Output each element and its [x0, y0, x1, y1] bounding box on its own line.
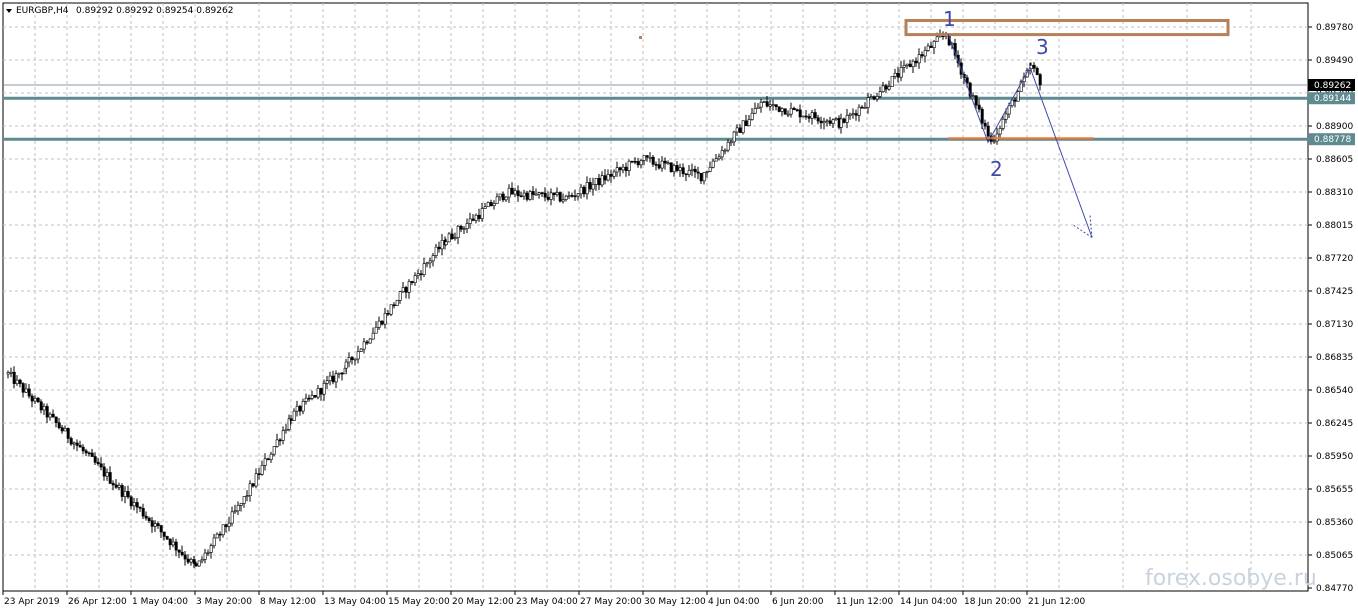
chart-header: EURGBP,H4 0.89292 0.89292 0.89254 0.8926… — [6, 6, 233, 16]
x-tick-label: 23 Apr 2019 — [4, 597, 60, 607]
candle — [1016, 90, 1020, 102]
level-price-label: 0.89144 — [1314, 94, 1351, 104]
candle — [389, 304, 393, 317]
level-price-label: 0.88778 — [1314, 135, 1351, 145]
wave-label-1: 1 — [943, 7, 956, 31]
candle — [36, 397, 40, 403]
x-tick-label: 4 Jun 04:00 — [708, 597, 760, 607]
x-tick-label: 14 Jun 04:00 — [900, 597, 957, 607]
candle — [801, 115, 805, 118]
x-tick-label: 15 May 20:00 — [388, 597, 450, 607]
y-tick-label: 0.84770 — [1316, 584, 1353, 594]
x-tick-label: 11 Jun 12:00 — [836, 597, 893, 607]
ohlc-values: 0.89292 0.89292 0.89254 0.89262 — [76, 6, 233, 16]
candle — [197, 560, 201, 567]
candle — [669, 162, 673, 173]
y-tick-label: 0.85655 — [1316, 485, 1353, 495]
x-tick-label: 23 May 04:00 — [516, 597, 578, 607]
price-chart[interactable]: 0.897800.894900.892000.889000.886050.883… — [0, 0, 1358, 611]
x-tick-label: 18 Jun 20:00 — [964, 597, 1021, 607]
marker-dot — [639, 36, 642, 39]
chart-area — [2, 2, 1309, 592]
y-tick-label: 0.85360 — [1316, 518, 1353, 528]
x-tick-label: 30 May 12:00 — [644, 597, 706, 607]
x-tick-label: 26 Apr 12:00 — [68, 597, 127, 607]
x-tick-label: 6 Jun 20:00 — [772, 597, 824, 607]
y-tick-label: 0.88015 — [1316, 221, 1353, 231]
x-tick-label: 20 May 12:00 — [452, 597, 514, 607]
y-tick-label: 0.88310 — [1316, 188, 1353, 198]
watermark: forex.osobye.ru — [1145, 566, 1317, 591]
current-price-label: 0.89262 — [1314, 81, 1351, 91]
time-axis: 23 Apr 2019 26 Apr 12:00 1 May 04:00 3 May … — [2, 591, 1085, 607]
candle — [741, 120, 745, 135]
x-tick-label: 13 May 04:00 — [324, 597, 386, 607]
candle — [528, 189, 532, 201]
candle — [558, 191, 562, 203]
y-tick-label: 0.87720 — [1316, 254, 1353, 264]
y-tick-label: 0.86245 — [1316, 419, 1353, 429]
y-tick-label: 0.87425 — [1316, 287, 1353, 297]
candle — [395, 299, 399, 306]
y-tick-label: 0.88900 — [1316, 122, 1353, 132]
candle — [777, 106, 781, 113]
x-tick-label: 21 Jun 12:00 — [1028, 597, 1085, 607]
candle — [890, 75, 894, 87]
y-tick-label: 0.85065 — [1316, 551, 1353, 561]
y-tick-label: 0.89490 — [1316, 56, 1353, 66]
wave-label-2: 2 — [990, 157, 1003, 181]
wave-label-3: 3 — [1036, 35, 1049, 59]
y-tick-label: 0.86540 — [1316, 386, 1353, 396]
candle — [486, 201, 490, 208]
candle — [165, 535, 169, 540]
x-tick-label: 8 May 12:00 — [260, 597, 316, 607]
y-tick-label: 0.85950 — [1316, 452, 1353, 462]
candle — [783, 108, 787, 115]
x-tick-label: 1 May 04:00 — [132, 597, 188, 607]
x-tick-label: 27 May 20:00 — [580, 597, 642, 607]
price-axis: 0.897800.894900.892000.889000.886050.883… — [1308, 23, 1353, 594]
y-tick-label: 0.86835 — [1316, 353, 1353, 363]
y-tick-label: 0.87130 — [1316, 320, 1353, 330]
x-tick-label: 3 May 20:00 — [196, 597, 252, 607]
y-tick-label: 0.89780 — [1316, 23, 1353, 33]
symbol-label: EURGBP,H4 — [16, 6, 69, 16]
y-tick-label: 0.88605 — [1316, 155, 1353, 165]
